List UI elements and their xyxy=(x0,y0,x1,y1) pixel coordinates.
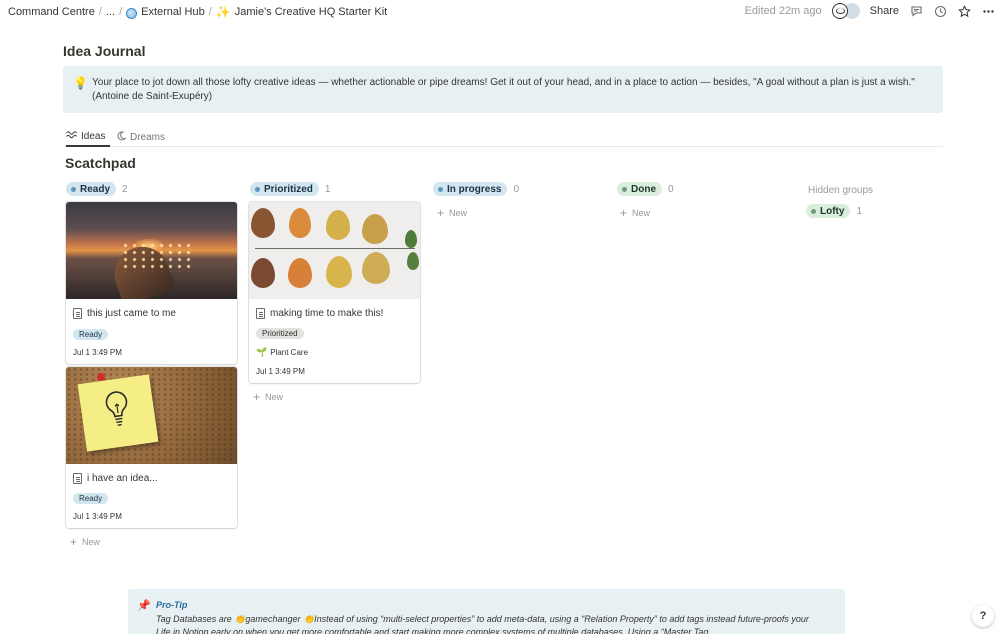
share-button[interactable]: Share xyxy=(870,5,899,17)
breadcrumb: Command Centre / ... / External Hub / ✨ … xyxy=(8,5,387,19)
page-icon xyxy=(73,473,82,484)
breadcrumb-separator: / xyxy=(98,6,102,18)
card-cover-image xyxy=(66,202,237,299)
column-label: Done xyxy=(631,183,656,195)
card-title-text: i have an idea... xyxy=(87,473,158,484)
status-tag: Ready xyxy=(73,329,109,340)
breadcrumb-item-external-hub[interactable]: External Hub xyxy=(141,6,205,18)
card-title: i have an idea... xyxy=(73,473,158,484)
new-label: New xyxy=(632,208,651,218)
column-count: 0 xyxy=(513,183,520,195)
status-badge: Ready xyxy=(66,182,117,196)
column-header-ready[interactable]: Ready 2 xyxy=(66,182,128,196)
column-header-done[interactable]: Done 0 xyxy=(617,182,674,196)
new-label: New xyxy=(82,537,101,547)
protip-callout: 📌 Pro-Tip Tag Databases are 👏gamechanger… xyxy=(128,589,845,634)
status-dot xyxy=(255,186,260,192)
plus-icon: + xyxy=(253,390,261,404)
view-tabs: Ideas Dreams xyxy=(63,127,943,147)
group-count: 1 xyxy=(856,205,863,217)
column-count: 0 xyxy=(668,183,674,195)
column-label: Ready xyxy=(80,183,111,195)
top-bar: Command Centre / ... / External Hub / ✨ … xyxy=(0,0,1005,24)
card-date: Jul 1 3:49 PM xyxy=(256,367,305,376)
hidden-group-lofty[interactable]: Lofty 1 xyxy=(806,204,862,218)
waves-icon xyxy=(66,130,77,142)
status-badge: In progress xyxy=(433,182,508,196)
plus-icon: + xyxy=(437,206,445,220)
protip-body: Tag Databases are 👏gamechanger 👏Instead … xyxy=(156,614,809,634)
group-label: Lofty xyxy=(820,205,845,217)
status-dot xyxy=(71,186,76,192)
page-icon xyxy=(256,308,265,319)
plus-icon: + xyxy=(70,535,78,549)
page-icon xyxy=(73,308,82,319)
column-header-prioritized[interactable]: Prioritized 1 xyxy=(250,182,330,196)
status-badge: Done xyxy=(617,182,662,196)
card-date: Jul 1 3:49 PM xyxy=(73,348,122,357)
plus-icon: + xyxy=(620,206,628,220)
new-card-button[interactable]: + New xyxy=(620,206,651,220)
avatar-group[interactable] xyxy=(831,3,860,19)
tab-dreams[interactable]: Dreams xyxy=(116,127,165,147)
avatar[interactable] xyxy=(831,3,848,19)
hidden-groups-label: Hidden groups xyxy=(808,185,874,196)
status-dot xyxy=(622,186,627,192)
star-icon[interactable] xyxy=(957,4,971,18)
breadcrumb-separator: / xyxy=(208,6,212,18)
tab-label: Dreams xyxy=(130,131,166,143)
tab-ideas[interactable]: Ideas xyxy=(66,127,111,147)
board-card[interactable]: this just came to me Ready Jul 1 3:49 PM xyxy=(66,202,237,364)
new-card-button[interactable]: + New xyxy=(253,390,284,404)
callout: 💡 Your place to jot down all those lofty… xyxy=(63,66,943,113)
breadcrumb-separator: / xyxy=(119,6,123,18)
breadcrumb-item-command-centre[interactable]: Command Centre xyxy=(8,6,95,18)
status-badge: Lofty xyxy=(806,204,851,218)
column-header-in-progress[interactable]: In progress 0 xyxy=(433,182,519,196)
card-title-text: making time to make this! xyxy=(270,308,384,319)
status-dot xyxy=(811,208,816,214)
topbar-actions: Edited 22m ago Share xyxy=(745,3,995,19)
board-card[interactable]: making time to make this! Prioritized 🌱 … xyxy=(249,202,420,383)
status-tag: Ready xyxy=(73,493,109,504)
lightbulb-icon: 💡 xyxy=(73,76,88,90)
more-options-icon[interactable] xyxy=(981,4,995,18)
tab-label: Ideas xyxy=(81,130,106,142)
breadcrumb-item-starter-kit[interactable]: Jamie's Creative HQ Starter Kit xyxy=(235,6,387,18)
column-label: In progress xyxy=(447,183,502,195)
column-count: 2 xyxy=(122,183,128,195)
status-badge: Prioritized xyxy=(250,182,319,196)
card-title: this just came to me xyxy=(73,308,176,319)
card-title: making time to make this! xyxy=(256,308,383,319)
edited-timestamp: Edited 22m ago xyxy=(744,5,822,17)
card-date: Jul 1 3:49 PM xyxy=(73,512,122,521)
comment-icon[interactable] xyxy=(909,4,923,18)
breadcrumb-item-ellipsis[interactable]: ... xyxy=(106,6,115,18)
relation-label: Plant Care xyxy=(270,348,309,357)
new-label: New xyxy=(449,208,468,218)
new-card-button[interactable]: + New xyxy=(437,206,468,220)
seedling-icon: 🌱 xyxy=(256,347,268,357)
protip-title: Pro-Tip xyxy=(156,600,188,610)
card-title-text: this just came to me xyxy=(87,308,176,319)
callout-text: Your place to jot down all those lofty c… xyxy=(92,77,915,102)
status-dot xyxy=(438,186,443,192)
column-label: Prioritized xyxy=(264,183,313,195)
card-relation[interactable]: 🌱 Plant Care xyxy=(256,347,308,358)
history-icon[interactable] xyxy=(933,4,947,18)
board-title: Scatchpad xyxy=(65,155,136,171)
globe-icon xyxy=(126,7,138,19)
card-cover-image xyxy=(66,367,237,464)
page-title: Idea Journal xyxy=(63,43,146,59)
new-card-button[interactable]: + New xyxy=(70,535,101,549)
status-tag: Prioritized xyxy=(256,328,304,339)
column-count: 1 xyxy=(324,183,331,195)
board-card[interactable]: i have an idea... Ready Jul 1 3:49 PM xyxy=(66,367,237,528)
sparkles-icon: ✨ xyxy=(215,5,231,19)
pushpin-icon: 📌 xyxy=(137,600,151,612)
help-button[interactable]: ? xyxy=(972,605,994,627)
moon-icon xyxy=(116,130,127,144)
new-label: New xyxy=(265,392,284,402)
card-cover-image xyxy=(249,202,420,299)
